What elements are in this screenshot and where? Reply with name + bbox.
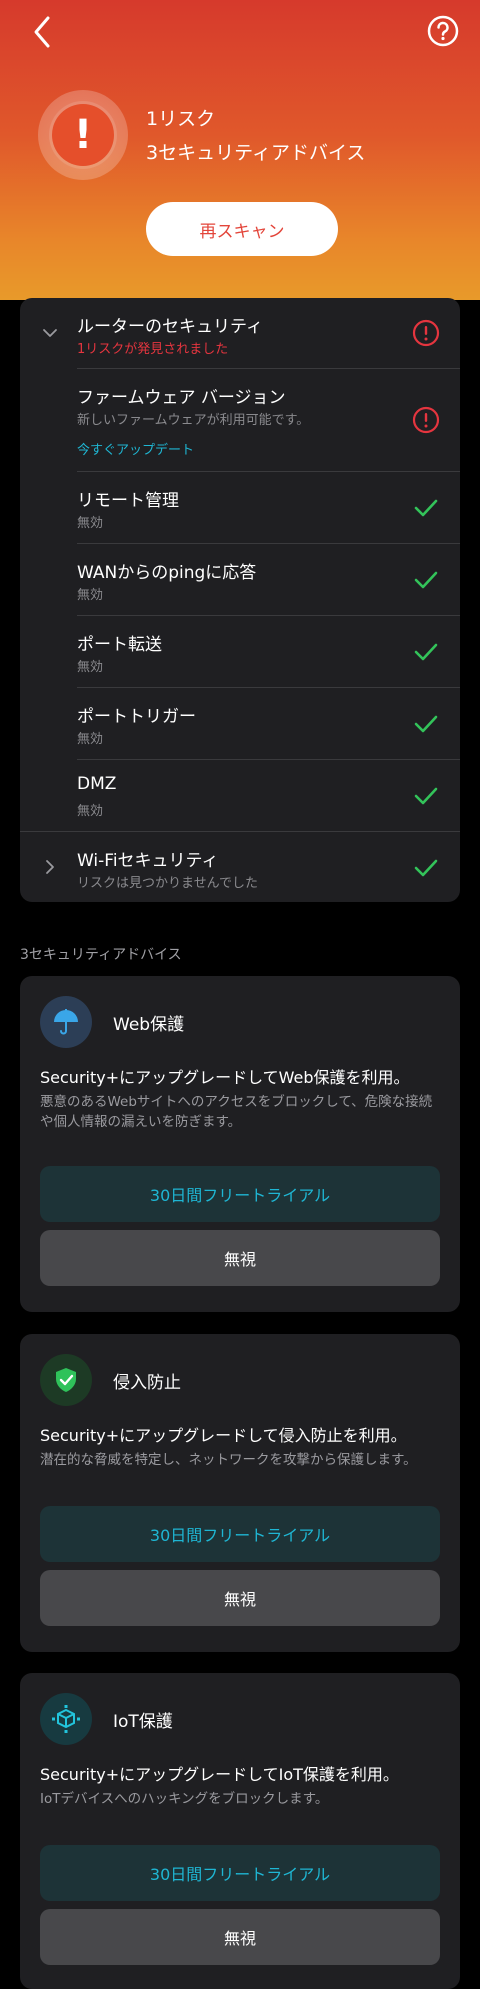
rescan-button[interactable]: 再スキャン xyxy=(146,202,338,256)
check-icon xyxy=(414,787,438,805)
back-button[interactable] xyxy=(28,14,58,50)
advice-title: Web保護 xyxy=(113,1015,185,1035)
advice-card-iot-protection: IoT保護 Security+にアップグレードしてIoT保護を利用。 IoTデバ… xyxy=(20,1673,460,1989)
chevron-left-icon xyxy=(34,16,50,48)
router-security-card: ルーターのセキュリティ 1リスクが発見されました ファームウェア バージョン 新… xyxy=(20,298,460,902)
check-icon xyxy=(414,499,438,517)
advice-title: 侵入防止 xyxy=(113,1373,181,1393)
free-trial-button[interactable]: 30日間フリートライアル xyxy=(40,1845,440,1901)
ignore-button[interactable]: 無視 xyxy=(40,1230,440,1286)
advice-card-web-protection: Web保護 Security+にアップグレードしてWeb保護を利用。 悪意のある… xyxy=(20,976,460,1312)
shield-check-icon xyxy=(40,1354,92,1406)
question-icon xyxy=(427,15,459,47)
update-now-link[interactable]: 今すぐアップデート xyxy=(77,439,194,458)
dmz-title: DMZ xyxy=(77,774,117,794)
risk-alert-badge: ! xyxy=(38,90,128,180)
chevron-right-icon xyxy=(46,860,54,874)
advice-headline: Security+にアップグレードしてWeb保護を利用。 xyxy=(40,1068,410,1087)
hero-banner: ! 1リスク 3セキュリティアドバイス 再スキャン xyxy=(0,0,480,300)
advice-description: 潜在的な脅威を特定し、ネットワークを攻撃から保護します。 xyxy=(40,1452,417,1468)
advice-headline: Security+にアップグレードしてIoT保護を利用。 xyxy=(40,1765,399,1784)
firmware-title: ファームウェア バージョン xyxy=(77,388,286,408)
risk-icon xyxy=(412,319,440,347)
free-trial-button[interactable]: 30日間フリートライアル xyxy=(40,1506,440,1562)
ignore-button[interactable]: 無視 xyxy=(40,1909,440,1965)
check-icon xyxy=(414,643,438,661)
check-icon xyxy=(414,715,438,733)
risk-icon xyxy=(412,406,440,434)
remote-management-title: リモート管理 xyxy=(77,491,179,511)
check-icon xyxy=(414,859,438,877)
check-icon xyxy=(414,571,438,589)
remote-management-row: リモート管理 無効 xyxy=(20,472,460,543)
advice-headline: Security+にアップグレードして侵入防止を利用。 xyxy=(40,1426,407,1445)
router-security-subtitle: 1リスクが発見されました xyxy=(77,342,229,357)
iot-cube-icon xyxy=(40,1693,92,1745)
router-security-header[interactable]: ルーターのセキュリティ 1リスクが発見されました xyxy=(20,298,460,368)
firmware-subtitle: 新しいファームウェアが利用可能です。 xyxy=(77,413,310,428)
port-trigger-row: ポートトリガー 無効 xyxy=(20,688,460,759)
risk-count: 1リスク xyxy=(146,108,216,130)
wifi-security-subtitle: リスクは見つかりませんでした xyxy=(77,876,258,891)
advice-section-label: 3セキュリティアドバイス xyxy=(20,947,182,963)
router-security-title: ルーターのセキュリティ xyxy=(77,317,263,337)
port-trigger-status: 無効 xyxy=(77,732,104,747)
port-forwarding-title: ポート転送 xyxy=(77,635,162,655)
wifi-security-row[interactable]: Wi-Fiセキュリティ リスクは見つかりませんでした xyxy=(20,832,460,902)
wan-ping-row: WANからのpingに応答 無効 xyxy=(20,544,460,615)
port-trigger-title: ポートトリガー xyxy=(77,707,196,727)
advice-card-intrusion-prevention: 侵入防止 Security+にアップグレードして侵入防止を利用。 潜在的な脅威を… xyxy=(20,1334,460,1652)
advice-count: 3セキュリティアドバイス xyxy=(146,142,366,164)
chevron-down-icon xyxy=(43,329,57,337)
port-forwarding-row: ポート転送 無効 xyxy=(20,616,460,687)
firmware-version-row: ファームウェア バージョン 新しいファームウェアが利用可能です。 今すぐアップデ… xyxy=(20,369,460,471)
advice-description: 悪意のあるWebサイトへのアクセスをブロックして、危険な接続や個人情報の漏えいを… xyxy=(40,1094,433,1130)
port-forwarding-status: 無効 xyxy=(77,660,104,675)
dmz-status: 無効 xyxy=(77,804,104,819)
umbrella-icon xyxy=(40,996,92,1048)
exclamation-icon: ! xyxy=(52,104,114,166)
wan-ping-status: 無効 xyxy=(77,588,104,603)
advice-description: IoTデバイスへのハッキングをブロックします。 xyxy=(40,1791,329,1807)
help-button[interactable] xyxy=(426,14,460,48)
dmz-row: DMZ 無効 xyxy=(20,760,460,831)
free-trial-button[interactable]: 30日間フリートライアル xyxy=(40,1166,440,1222)
wifi-security-title: Wi-Fiセキュリティ xyxy=(77,851,219,871)
remote-management-status: 無効 xyxy=(77,516,104,531)
wan-ping-title: WANからのpingに応答 xyxy=(77,563,257,583)
ignore-button[interactable]: 無視 xyxy=(40,1570,440,1626)
advice-title: IoT保護 xyxy=(113,1712,173,1732)
